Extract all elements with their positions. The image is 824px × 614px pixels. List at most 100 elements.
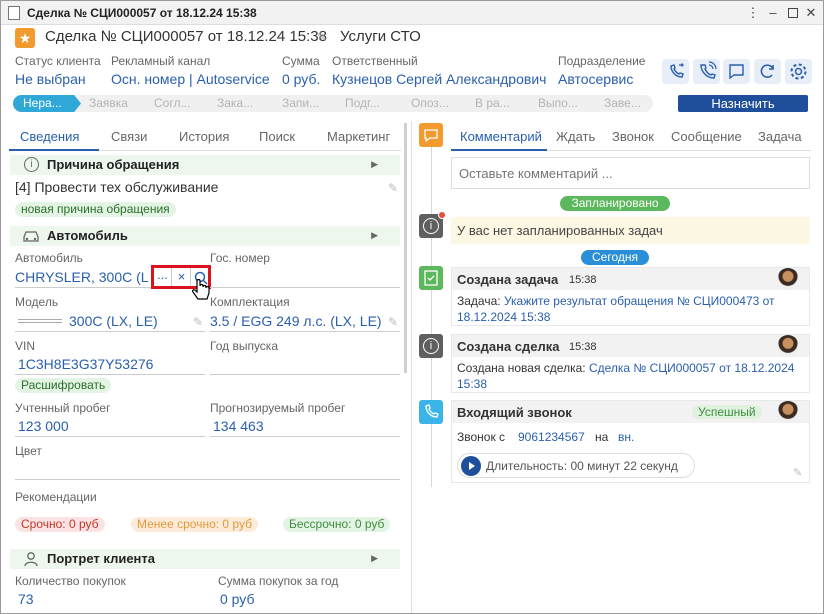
model-value[interactable]: 300C (LX, LE) bbox=[69, 313, 158, 329]
edit-title-icon[interactable]: ✎ bbox=[317, 30, 327, 44]
car-label: Автомобиль bbox=[15, 251, 83, 265]
mileage-field-line bbox=[15, 436, 205, 437]
stage-item[interactable]: Согл... bbox=[154, 95, 190, 112]
incoming-call-icon bbox=[419, 400, 443, 424]
gear-icon[interactable] bbox=[785, 59, 812, 84]
info-icon: i bbox=[419, 211, 446, 238]
comment-input[interactable] bbox=[451, 157, 810, 189]
edit-model-icon[interactable]: ✎ bbox=[193, 315, 203, 329]
feed-title: Создана сделка bbox=[457, 339, 560, 354]
plate-label: Гос. номер bbox=[210, 251, 270, 265]
portrait-section-header[interactable]: Портрет клиента ▶ bbox=[10, 549, 400, 569]
less-urgent-tag[interactable]: Менее срочно: 0 руб bbox=[131, 517, 258, 532]
forecast-value[interactable]: 134 463 bbox=[213, 418, 264, 434]
feed-time: 15:38 bbox=[569, 341, 597, 353]
refresh-icon[interactable] bbox=[754, 59, 781, 84]
window-icon bbox=[8, 6, 20, 20]
color-label: Цвет bbox=[15, 444, 42, 458]
maximize-icon[interactable] bbox=[785, 5, 801, 21]
channel-label: Рекламный канал bbox=[111, 54, 211, 68]
division-value[interactable]: Автосервис bbox=[558, 71, 633, 87]
expand-arrow-icon[interactable]: ▶ bbox=[371, 553, 378, 564]
year-field-line[interactable] bbox=[210, 374, 400, 375]
trim-value[interactable]: 3.5 / EGG 249 л.с. (LX, LE) bbox=[210, 313, 382, 329]
urgent-tag[interactable]: Срочно: 0 руб bbox=[15, 517, 105, 532]
call-transfer-button[interactable] bbox=[662, 59, 689, 84]
stage-item[interactable]: Подг... bbox=[345, 95, 380, 112]
color-field-line[interactable] bbox=[15, 479, 400, 480]
year-sum-value[interactable]: 0 руб bbox=[220, 591, 254, 607]
minimize-icon[interactable]: – bbox=[765, 5, 781, 21]
feed-body: Создана новая сделка: Сделка № СЦИ000057… bbox=[457, 360, 807, 392]
pin-icon[interactable]: ✎ bbox=[793, 466, 802, 479]
tab-history[interactable]: История bbox=[179, 129, 229, 144]
call-on: на bbox=[595, 430, 609, 444]
edit-reason-icon[interactable]: ✎ bbox=[388, 181, 398, 195]
menu-icon[interactable]: ⋮ bbox=[745, 5, 761, 21]
phone-icon[interactable] bbox=[693, 59, 720, 84]
tab-marketing[interactable]: Маркетинг bbox=[327, 129, 390, 144]
trim-label: Комплектация bbox=[210, 295, 290, 309]
stage-item[interactable]: Запи... bbox=[282, 95, 319, 112]
edit-trim-icon[interactable]: ✎ bbox=[388, 315, 398, 329]
car-field-line bbox=[15, 287, 151, 288]
clear-button[interactable]: × bbox=[173, 268, 191, 286]
indefinite-tag[interactable]: Бессрочно: 0 руб bbox=[283, 517, 391, 532]
client-status-label: Статус клиента bbox=[15, 54, 101, 68]
expand-arrow-icon[interactable]: ▶ bbox=[371, 230, 378, 241]
stage-item[interactable]: Заве... bbox=[604, 95, 641, 112]
responsible-value[interactable]: Кузнецов Сергей Александрович bbox=[332, 71, 546, 87]
tab-call[interactable]: Звонок bbox=[612, 129, 654, 144]
new-reason-tag[interactable]: новая причина обращения bbox=[15, 202, 176, 217]
tab-details[interactable]: Сведения bbox=[20, 129, 79, 144]
stage-active[interactable]: Нера... bbox=[13, 95, 81, 112]
reason-section-header[interactable]: i Причина обращения ▶ bbox=[10, 155, 400, 175]
info-icon: i bbox=[24, 157, 39, 172]
tab-links[interactable]: Связи bbox=[111, 129, 147, 144]
decode-vin-tag[interactable]: Расшифровать bbox=[15, 378, 112, 393]
car-section-header[interactable]: Автомобиль ▶ bbox=[10, 226, 400, 246]
feed-prefix: Задача: bbox=[457, 294, 504, 308]
stage-item[interactable]: Зака... bbox=[217, 95, 253, 112]
tab-wait[interactable]: Ждать bbox=[556, 129, 595, 144]
stage-item[interactable]: Заявка bbox=[89, 95, 128, 112]
notification-dot-icon bbox=[438, 211, 446, 219]
extension-link[interactable]: вн. bbox=[618, 430, 634, 444]
tab-comment[interactable]: Комментарий bbox=[460, 129, 542, 144]
mileage-value[interactable]: 123 000 bbox=[18, 418, 69, 434]
stage-item[interactable]: Выпо... bbox=[538, 95, 578, 112]
vin-field-line bbox=[15, 374, 205, 375]
service-type[interactable]: Услуги СТО bbox=[340, 28, 421, 45]
left-scrollbar[interactable] bbox=[404, 123, 407, 373]
play-icon[interactable] bbox=[461, 456, 481, 476]
plate-field-line[interactable] bbox=[210, 287, 400, 288]
message-icon[interactable] bbox=[723, 59, 750, 84]
audio-player[interactable]: Длительность: 00 минут 22 секунд bbox=[457, 453, 695, 478]
year-label: Год выпуска bbox=[210, 339, 278, 353]
stage-item[interactable]: В ра... bbox=[475, 95, 510, 112]
tab-search[interactable]: Поиск bbox=[259, 129, 295, 144]
phone-link[interactable]: 9061234567 bbox=[518, 430, 585, 444]
client-status-value[interactable]: Не выбран bbox=[15, 71, 86, 87]
call-prefix: Звонок с bbox=[457, 430, 506, 444]
tab-message[interactable]: Сообщение bbox=[671, 129, 742, 144]
card-header: Входящий звонок Успешный bbox=[452, 401, 809, 423]
close-icon[interactable]: ✕ bbox=[803, 5, 819, 21]
year-sum-label: Сумма покупок за год bbox=[218, 574, 339, 588]
vin-value[interactable]: 1C3H8E3G37Y53276 bbox=[18, 356, 153, 372]
purchases-value[interactable]: 73 bbox=[18, 591, 34, 607]
reason-value[interactable]: [4] Провести тех обслуживание bbox=[15, 179, 218, 195]
card-header: Создана задача 15:38 bbox=[452, 268, 809, 290]
channel-value[interactable]: Осн. номер | Autoservice bbox=[111, 71, 270, 87]
assign-button[interactable]: Назначить bbox=[678, 95, 808, 112]
expand-arrow-icon[interactable]: ▶ bbox=[371, 159, 378, 170]
car-value[interactable]: CHRYSLER, 300C (L bbox=[15, 269, 149, 285]
select-more-button[interactable]: ... bbox=[154, 268, 172, 286]
stage-item[interactable]: Опоз... bbox=[411, 95, 449, 112]
person-icon bbox=[24, 551, 38, 570]
tab-task[interactable]: Задача bbox=[758, 129, 802, 144]
sum-value[interactable]: 0 руб. bbox=[282, 71, 320, 87]
feed-card-call: Входящий звонок Успешный Звонок с 906123… bbox=[451, 400, 810, 483]
task-link[interactable]: Укажите результат обращения № СЦИ000473 … bbox=[457, 294, 775, 324]
purchases-label: Количество покупок bbox=[15, 574, 126, 588]
